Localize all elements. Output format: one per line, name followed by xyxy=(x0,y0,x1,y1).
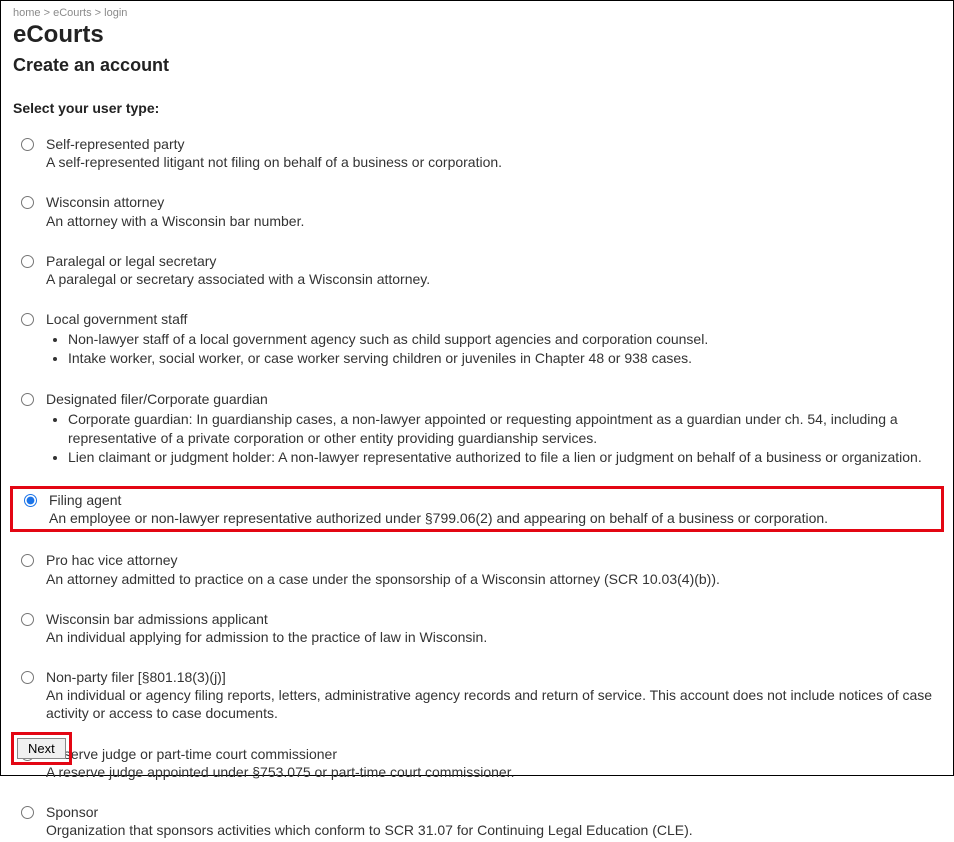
next-button-highlight: Next xyxy=(11,732,72,765)
user-type-option[interactable]: SponsorOrganization that sponsors activi… xyxy=(13,800,941,842)
next-button[interactable]: Next xyxy=(17,738,66,759)
page-container: home > eCourts > login eCourts Create an… xyxy=(0,0,954,776)
user-type-option[interactable]: Designated filer/Corporate guardian Corpo… xyxy=(13,387,941,470)
user-type-option[interactable]: Wisconsin attorneyAn attorney with a Wis… xyxy=(13,190,941,232)
breadcrumb-link-home[interactable]: home xyxy=(13,7,41,19)
user-type-radio[interactable] xyxy=(21,138,34,151)
option-label: Non-party filer [§801.18(3)(j)] xyxy=(46,668,939,686)
breadcrumb-link-login[interactable]: login xyxy=(104,7,127,19)
user-type-option[interactable]: Pro hac vice attorneyAn attorney admitte… xyxy=(13,548,941,590)
option-body: Self-represented partyA self-represented… xyxy=(40,135,939,171)
option-bullet: Corporate guardian: In guardianship case… xyxy=(68,410,939,448)
user-type-radio[interactable] xyxy=(21,806,34,819)
option-bullets: Non-lawyer staff of a local government a… xyxy=(46,330,939,368)
user-type-radio[interactable] xyxy=(21,554,34,567)
section-prompt: Select your user type: xyxy=(13,100,941,116)
option-description: An individual applying for admission to … xyxy=(46,628,939,646)
option-label: Designated filer/Corporate guardian xyxy=(46,390,939,408)
option-label: Sponsor xyxy=(46,803,939,821)
option-label: Paralegal or legal secretary xyxy=(46,252,939,270)
option-label: Wisconsin attorney xyxy=(46,193,939,211)
page-subtitle: Create an account xyxy=(13,55,941,76)
option-label: Self-represented party xyxy=(46,135,939,153)
option-body: Paralegal or legal secretaryA paralegal … xyxy=(40,252,939,288)
option-description: Organization that sponsors activities wh… xyxy=(46,821,939,839)
option-description: A paralegal or secretary associated with… xyxy=(46,270,939,288)
option-description: An attorney admitted to practice on a ca… xyxy=(46,570,939,588)
user-type-option[interactable]: Non-party filer [§801.18(3)(j)]An indivi… xyxy=(13,665,941,726)
option-label: Filing agent xyxy=(49,491,939,509)
option-bullets: Corporate guardian: In guardianship case… xyxy=(46,410,939,467)
option-body: SponsorOrganization that sponsors activi… xyxy=(40,803,939,839)
user-type-radio[interactable] xyxy=(21,255,34,268)
user-type-option[interactable]: Reserve judge or part-time court commiss… xyxy=(13,742,941,784)
user-type-radio[interactable] xyxy=(24,494,37,507)
option-description: An employee or non-lawyer representative… xyxy=(49,509,939,527)
user-type-radio[interactable] xyxy=(21,196,34,209)
user-type-radio[interactable] xyxy=(21,671,34,684)
option-body: Wisconsin bar admissions applicantAn ind… xyxy=(40,610,939,646)
user-type-option[interactable]: Self-represented partyA self-represented… xyxy=(13,132,941,174)
option-label: Reserve judge or part-time court commiss… xyxy=(46,745,939,763)
option-bullet: Lien claimant or judgment holder: A non-… xyxy=(68,448,939,467)
option-description: A self-represented litigant not filing o… xyxy=(46,153,939,171)
breadcrumb-sep: > xyxy=(92,7,105,19)
option-bullet: Intake worker, social worker, or case wo… xyxy=(68,349,939,368)
breadcrumb-sep: > xyxy=(41,7,54,19)
user-type-option[interactable]: Local government staff Non-lawyer staff o… xyxy=(13,307,941,371)
breadcrumb-link-ecourts[interactable]: eCourts xyxy=(53,7,92,19)
user-type-option[interactable]: Paralegal or legal secretaryA paralegal … xyxy=(13,249,941,291)
option-bullet: Non-lawyer staff of a local government a… xyxy=(68,330,939,349)
option-label: Pro hac vice attorney xyxy=(46,551,939,569)
option-label: Wisconsin bar admissions applicant xyxy=(46,610,939,628)
option-body: Pro hac vice attorneyAn attorney admitte… xyxy=(40,551,939,587)
option-body: Wisconsin attorneyAn attorney with a Wis… xyxy=(40,193,939,229)
user-type-options: Self-represented partyA self-represented… xyxy=(13,132,941,842)
option-description: An attorney with a Wisconsin bar number. xyxy=(46,212,939,230)
user-type-option[interactable]: Wisconsin bar admissions applicantAn ind… xyxy=(13,607,941,649)
user-type-radio[interactable] xyxy=(21,313,34,326)
user-type-option[interactable]: Filing agentAn employee or non-lawyer re… xyxy=(10,486,944,532)
option-description: A reserve judge appointed under §753.075… xyxy=(46,763,939,781)
user-type-radio[interactable] xyxy=(21,613,34,626)
option-description: An individual or agency filing reports, … xyxy=(46,686,939,722)
user-type-radio[interactable] xyxy=(21,393,34,406)
option-body: Filing agentAn employee or non-lawyer re… xyxy=(43,491,939,527)
option-body: Designated filer/Corporate guardian Corpo… xyxy=(40,390,939,467)
breadcrumb: home > eCourts > login xyxy=(13,7,941,19)
option-body: Local government staff Non-lawyer staff o… xyxy=(40,310,939,368)
option-body: Non-party filer [§801.18(3)(j)]An indivi… xyxy=(40,668,939,723)
page-title: eCourts xyxy=(13,21,941,49)
option-label: Local government staff xyxy=(46,310,939,328)
